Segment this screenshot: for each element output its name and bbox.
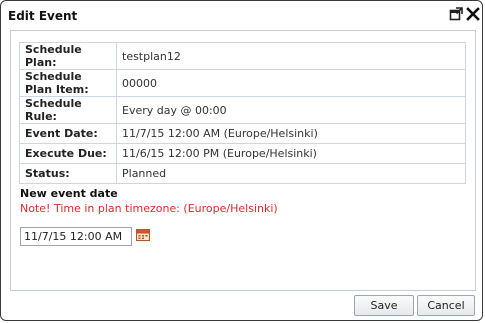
save-button[interactable]: Save xyxy=(354,295,414,316)
new-event-date-input[interactable] xyxy=(20,227,132,246)
status-label: Status: xyxy=(19,163,117,184)
table-row: Status: Planned xyxy=(19,163,466,184)
status-value: Planned xyxy=(116,163,466,184)
execute-due-label: Execute Due: xyxy=(19,143,117,164)
timezone-note: Note! Time in plan timezone: (Europe/Hel… xyxy=(20,202,278,215)
new-event-date-heading: New event date xyxy=(20,187,118,200)
popout-icon[interactable] xyxy=(449,7,463,21)
schedule-plan-value: testplan12 xyxy=(116,42,466,70)
event-date-label: Event Date: xyxy=(19,123,117,144)
edit-event-dialog: Edit Event Schedule Plan: testplan12 Sch… xyxy=(0,0,483,321)
table-row: Event Date: 11/7/15 12:00 AM (Europe/Hel… xyxy=(19,123,466,144)
schedule-rule-label: Schedule Rule: xyxy=(19,96,117,124)
dialog-content: Schedule Plan: testplan12 Schedule Plan … xyxy=(10,30,476,291)
schedule-plan-item-label: Schedule Plan Item: xyxy=(19,69,117,97)
schedule-plan-label: Schedule Plan: xyxy=(19,42,117,70)
calendar-icon[interactable] xyxy=(136,229,150,241)
table-row: Execute Due: 11/6/15 12:00 PM (Europe/He… xyxy=(19,143,466,164)
schedule-plan-item-value: 00000 xyxy=(116,69,466,97)
execute-due-value: 11/6/15 12:00 PM (Europe/Helsinki) xyxy=(116,143,466,164)
table-row: Schedule Rule: Every day @ 00:00 xyxy=(19,96,466,124)
event-details-table: Schedule Plan: testplan12 Schedule Plan … xyxy=(19,42,466,184)
close-icon[interactable] xyxy=(466,7,480,21)
table-row: Schedule Plan: testplan12 xyxy=(19,42,466,70)
cancel-button[interactable]: Cancel xyxy=(417,295,475,316)
dialog-title: Edit Event xyxy=(8,9,78,23)
schedule-rule-value: Every day @ 00:00 xyxy=(116,96,466,124)
dialog-titlebar: Edit Event xyxy=(1,1,482,31)
table-row: Schedule Plan Item: 00000 xyxy=(19,69,466,97)
event-date-value: 11/7/15 12:00 AM (Europe/Helsinki) xyxy=(116,123,466,144)
dialog-footer: Save Cancel xyxy=(1,292,482,320)
